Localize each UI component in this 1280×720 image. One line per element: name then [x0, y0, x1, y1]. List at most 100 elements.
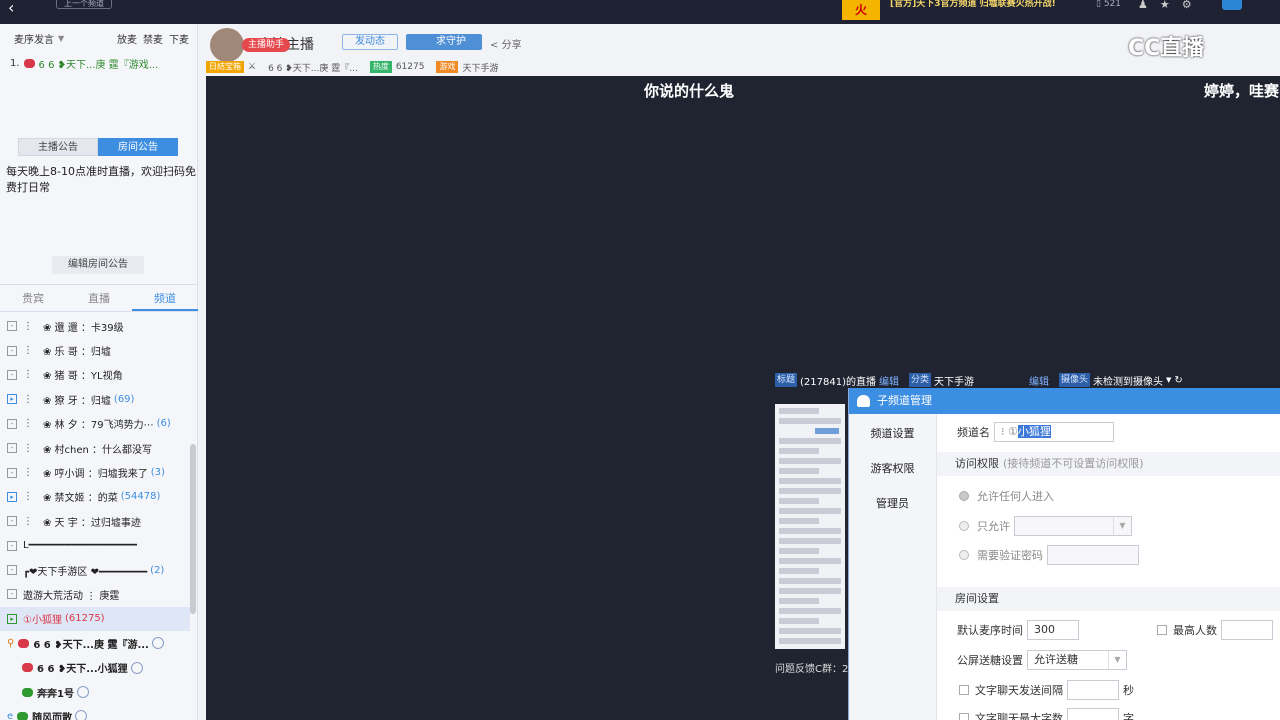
expand-icon[interactable]: ▸	[7, 491, 17, 502]
event-thumbnail[interactable]: 火	[842, 0, 880, 20]
text-interval-input[interactable]	[1067, 680, 1119, 700]
chevron-down-icon[interactable]: ▼	[1166, 376, 1171, 384]
channel-item[interactable]: - ⋮ ❀ 還 還 ：卡39级	[0, 314, 190, 338]
share-button[interactable]: < 分享	[490, 36, 522, 51]
user-icon[interactable]: ♟	[1138, 0, 1160, 11]
collapse-icon[interactable]: -	[7, 345, 17, 356]
channel-item[interactable]: - L━━━━━━━━━━━━━━━━━━	[0, 534, 190, 558]
radio-button[interactable]	[959, 521, 969, 531]
mic-queue-item[interactable]: 1. 6 6 ❥天下...庚 霆『游戏...	[0, 52, 197, 74]
tab-guest-permissions[interactable]: 游客权限	[849, 451, 936, 486]
user-item[interactable]: ⚲ 6 6 ❥天下...庚 霆『游...	[0, 631, 190, 655]
allow-only-select[interactable]: ▼	[1014, 516, 1132, 536]
camera-select[interactable]: 未检测到摄像头	[1093, 373, 1163, 388]
user-item[interactable]: 6 6 ❥天下...小狐狸	[0, 655, 190, 679]
tab-channel[interactable]: 频道	[132, 285, 198, 311]
channel-item[interactable]: - ⋮ ❀ 猪 哥 ：YL视角	[0, 363, 190, 387]
channel-item[interactable]: - ⋮ ❀ 村chen ：什么都没写	[0, 436, 190, 460]
radio-allow-only[interactable]: 只允许 ▼	[959, 516, 1132, 536]
expand-icon[interactable]: ▸	[7, 394, 17, 405]
channel-item[interactable]: - ⋮ ❀ 哼小调 ：归墟我来了 (3)	[0, 460, 190, 484]
game-name[interactable]: 天下手游	[462, 61, 498, 74]
avatar[interactable]	[210, 28, 244, 62]
release-mic-button[interactable]: 放麦	[117, 31, 137, 46]
text-interval-checkbox[interactable]	[959, 685, 969, 695]
collapse-icon[interactable]: -	[7, 540, 17, 551]
mic-mode-select[interactable]: 麦序发言	[14, 31, 54, 46]
request-guard-button[interactable]: 求守护	[406, 34, 482, 50]
edit-announcement-button[interactable]: 编辑房间公告	[52, 256, 144, 274]
tab-live[interactable]: 直播	[66, 285, 132, 311]
back-arrow-icon[interactable]: ‹	[8, 0, 14, 16]
tab-anchor-announcement[interactable]: 主播公告	[18, 138, 98, 156]
max-people-input[interactable]	[1221, 620, 1273, 640]
scrollbar[interactable]	[190, 444, 196, 614]
prev-channel-button[interactable]: 上一个频道	[56, 0, 112, 9]
channel-item[interactable]: - ⋮ ❀ 林 夕 ：79飞鸿势力⋯ (6)	[0, 412, 190, 436]
hot-value: 61275	[395, 62, 425, 72]
collapse-icon[interactable]: -	[7, 516, 17, 527]
badge-icon	[151, 637, 164, 650]
tab-channel-settings[interactable]: 频道设置	[849, 416, 936, 451]
text-max-checkbox[interactable]	[959, 713, 969, 720]
gift-setting-label: 公屏送糖设置	[957, 654, 1023, 667]
drop-mic-button[interactable]: 下麦	[169, 31, 189, 46]
channel-item[interactable]: - ⋮ ❀ 乐 哥 ：归墟	[0, 338, 190, 362]
channel-name-label: 频道名	[957, 426, 990, 439]
radio-button[interactable]	[959, 491, 969, 501]
radio-password[interactable]: 需要验证密码	[959, 545, 1139, 565]
daily-chest-tag[interactable]: 日结宝箱	[206, 61, 244, 73]
game-tag: 游戏	[436, 61, 459, 73]
gift-setting-select[interactable]: 允许送糖 ▼	[1027, 650, 1127, 670]
camera-icon[interactable]	[1222, 0, 1242, 10]
share-icon: <	[490, 40, 499, 51]
chars-unit: 字	[1123, 712, 1134, 720]
collapse-icon[interactable]: -	[7, 467, 17, 478]
room-section-header: 房间设置	[937, 587, 1280, 611]
channel-item[interactable]: - ┏❤天下手游区 ❤━━━━━━━━ (2)	[0, 558, 190, 582]
radio-button[interactable]	[959, 550, 969, 560]
expand-icon[interactable]: ▸	[7, 613, 17, 624]
channel-item[interactable]: ▸ ⋮ ❀ 獠 牙 ：归墟 (69)	[0, 387, 190, 411]
swords-icon: ⚔	[248, 62, 257, 72]
gear-icon[interactable]: ⚙	[1182, 0, 1204, 11]
seconds-unit: 秒	[1123, 684, 1134, 697]
password-input[interactable]	[1047, 545, 1139, 565]
post-dynamic-button[interactable]: 发动态	[342, 34, 398, 50]
max-people-checkbox[interactable]	[1157, 625, 1167, 635]
collapse-icon[interactable]: -	[7, 321, 17, 332]
helper-tag[interactable]: 主播助手	[242, 38, 291, 52]
text-max-input[interactable]	[1067, 708, 1119, 720]
room-meta: 日结宝箱 ⚔ 6 6 ❥天下...庚 霆『... 热度 61275 游戏 天下手…	[206, 60, 498, 74]
channel-item[interactable]: - 遨游大荒活动 ⋮ 庚霆	[0, 582, 190, 606]
edit-category-button[interactable]: 编辑	[1029, 373, 1049, 388]
collapse-icon[interactable]: -	[7, 443, 17, 454]
tab-vip[interactable]: 贵宾	[0, 285, 66, 311]
collapse-icon[interactable]: -	[7, 565, 17, 576]
preview-thumbnail	[775, 404, 845, 649]
gamepad-icon	[18, 638, 30, 648]
ban-mic-button[interactable]: 禁麦	[143, 31, 163, 46]
channel-name-input[interactable]: ⁝ ①小狐狸	[994, 422, 1114, 442]
channel-item[interactable]: ▸ ⋮ ❀ 禁文姬 ：的菜 (54478)	[0, 485, 190, 509]
chevron-down-icon[interactable]: ▼	[58, 34, 64, 43]
channel-item[interactable]: - ⋮ ❀ 天 宇 ：过归墟事迹	[0, 509, 190, 533]
radio-allow-all[interactable]: 允许任何人进入	[959, 488, 1054, 504]
refresh-icon[interactable]: ↻	[1174, 375, 1182, 386]
collapse-icon[interactable]: -	[7, 418, 17, 429]
collapse-icon[interactable]: -	[7, 589, 17, 600]
collapse-icon[interactable]: -	[7, 369, 17, 380]
text-interval-label: 文字聊天发送间隔	[975, 684, 1063, 697]
dialog-title-bar[interactable]: 子频道管理	[849, 388, 1280, 414]
edit-title-button[interactable]: 编辑	[879, 373, 899, 388]
mic-time-input[interactable]: 300	[1027, 620, 1079, 640]
user-item[interactable]: 奔奔1号	[0, 680, 190, 704]
text-max-label: 文字聊天最大字数	[975, 712, 1063, 720]
star-icon[interactable]: ★	[1160, 0, 1182, 11]
tab-admins[interactable]: 管理员	[849, 486, 936, 521]
tab-room-announcement[interactable]: 房间公告	[98, 138, 178, 156]
user-item[interactable]: e 随风而散	[0, 704, 190, 720]
news-ticker[interactable]: [官方]天下3官方频道 归墟联赛火热开战!	[890, 0, 1056, 9]
danmu-message: 婷婷，哇赛	[1204, 82, 1280, 100]
channel-item-selected[interactable]: ▸ ①小狐狸 (61275)	[0, 606, 190, 632]
